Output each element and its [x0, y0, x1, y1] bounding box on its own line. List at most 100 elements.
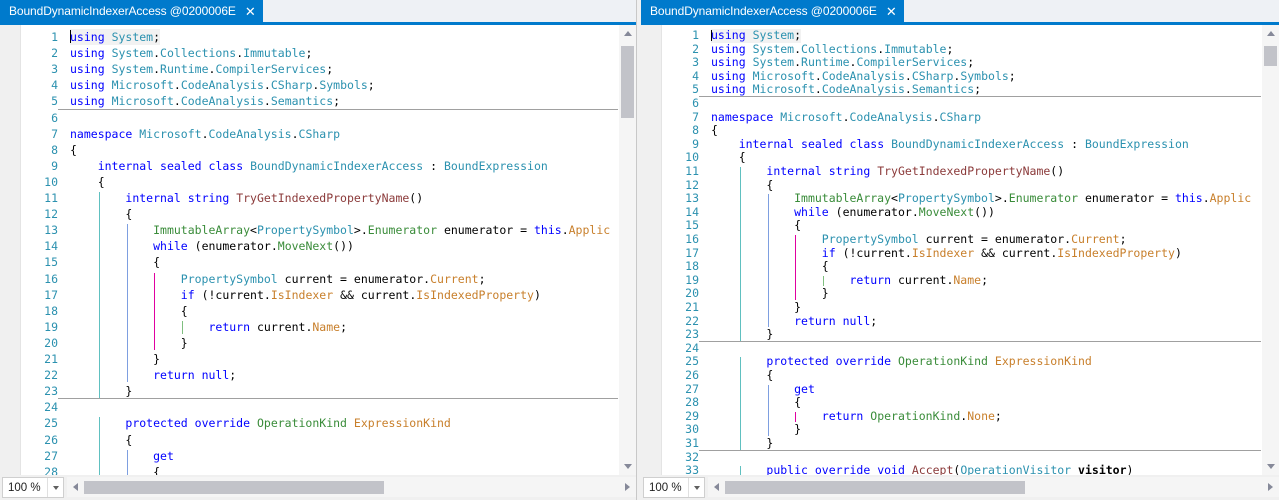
code-line[interactable]: 21 } [0, 351, 618, 367]
code-line-text: return current.Name; [849, 272, 989, 287]
code-line[interactable]: 30 } [641, 423, 1261, 437]
code-line[interactable]: 22 return null; [641, 314, 1261, 329]
code-line[interactable]: 31 } [641, 436, 1261, 451]
code-line[interactable]: 2 using System.Collections.Immutable; [0, 45, 618, 61]
code-line[interactable]: 1 using System; [641, 28, 1261, 43]
code-line[interactable]: 8{ [641, 123, 1261, 138]
code-line[interactable]: 20 } [641, 287, 1261, 301]
code-line[interactable]: 9 internal sealed class BoundDynamicInde… [641, 137, 1261, 152]
vertical-scroll-track-left[interactable] [619, 42, 636, 458]
scroll-left-button-left[interactable] [67, 479, 84, 496]
code-line[interactable]: 29 return OperationKind.None; [641, 409, 1261, 424]
code-line[interactable]: 28 { [0, 464, 618, 475]
code-line[interactable]: 16 PropertySymbol current = enumerator.C… [0, 271, 618, 287]
close-icon[interactable]: ✕ [245, 5, 256, 18]
code-line[interactable]: 6 [0, 110, 618, 126]
code-line[interactable]: 10 { [641, 151, 1261, 165]
code-line[interactable]: 33 public override void Accept(Operation… [641, 463, 1261, 475]
scroll-down-button-right[interactable] [1262, 458, 1279, 475]
code-line[interactable]: 17 if (!current.IsIndexer && current.IsI… [0, 287, 618, 303]
code-line[interactable]: 6 [641, 96, 1261, 111]
scroll-left-button-right[interactable] [708, 479, 725, 496]
chevron-down-icon[interactable] [47, 478, 63, 497]
code-area-right[interactable]: 1 using System; 2 using System.Collections.… [641, 25, 1261, 475]
indicator-margin-right[interactable] [641, 25, 662, 475]
code-line[interactable]: 10 { [0, 174, 618, 190]
code-line[interactable]: 1 using System; [0, 29, 618, 45]
code-line-text: using Microsoft.CodeAnalysis.Semantics; [70, 94, 341, 109]
vertical-scroll-thumb-left[interactable] [621, 46, 634, 118]
code-line[interactable]: 27 get [641, 382, 1261, 397]
scroll-right-button-left[interactable] [619, 479, 636, 496]
code-line[interactable]: 25 protected override OperationKind Expr… [0, 415, 618, 431]
code-line[interactable]: 19 return current.Name; [0, 319, 618, 335]
code-line[interactable]: 7 namespace Microsoft.CodeAnalysis.CSharp [641, 110, 1261, 125]
code-line[interactable]: 14 while (enumerator.MoveNext()) [0, 238, 618, 254]
vertical-scroll-track-right[interactable] [1262, 42, 1279, 458]
code-line[interactable]: 25 protected override OperationKind Expr… [641, 355, 1261, 369]
horizontal-scroll-track-right[interactable] [725, 479, 1262, 496]
chevron-down-icon[interactable] [688, 478, 704, 497]
code-line[interactable]: 24 [0, 399, 618, 415]
horizontal-scroll-thumb-right[interactable] [725, 480, 1025, 494]
scroll-up-button-right[interactable] [1262, 25, 1279, 42]
code-line[interactable]: 3 using System.Runtime.CompilerServices; [0, 61, 618, 77]
code-line[interactable]: 12 { [0, 206, 618, 222]
tab-bounddynamicindexeraccess-right[interactable]: BoundDynamicIndexerAccess @0200006E ✕ [641, 0, 904, 22]
vertical-scrollbar-left[interactable] [618, 25, 636, 475]
code-line-text: { [766, 177, 774, 192]
code-line-text: if (!current.IsIndexer && current.IsInde… [821, 245, 1182, 260]
code-line[interactable]: 13 ImmutableArray<PropertySymbol>.Enumer… [0, 222, 618, 238]
code-line-text: using System; [711, 28, 802, 42]
code-line[interactable]: 26 { [0, 432, 618, 448]
code-line[interactable]: 20 } [0, 335, 618, 351]
code-line[interactable]: 8{ [0, 142, 618, 158]
indicator-margin-left[interactable] [0, 25, 21, 475]
code-line[interactable]: 7 namespace Microsoft.CodeAnalysis.CSharp [0, 126, 618, 142]
close-icon[interactable]: ✕ [886, 5, 897, 18]
code-line[interactable]: 17 if (!current.IsIndexer && current.IsI… [641, 245, 1261, 261]
tab-bounddynamicindexeraccess-left[interactable]: BoundDynamicIndexerAccess @0200006E ✕ [0, 0, 263, 22]
code-line[interactable]: 23 } [641, 327, 1261, 342]
code-line[interactable]: 14 while (enumerator.MoveNext()) [641, 205, 1261, 220]
code-line-text: { [125, 432, 133, 447]
zoom-control-right[interactable]: 100 % [643, 477, 705, 498]
code-line[interactable]: 12 { [641, 177, 1261, 193]
code-line[interactable]: 18 { [0, 303, 618, 319]
horizontal-scrollbar-left[interactable] [67, 477, 636, 497]
editor-body-left: 1 using System; 2 using System.Collections.… [0, 25, 636, 475]
code-line[interactable]: 24 [641, 341, 1261, 356]
code-line[interactable]: 15 { [0, 254, 618, 270]
code-line[interactable]: 4 using Microsoft.CodeAnalysis.CSharp.Sym… [0, 77, 618, 93]
code-line[interactable]: 11 internal string TryGetIndexedProperty… [641, 164, 1261, 179]
horizontal-scroll-thumb-left[interactable] [84, 480, 384, 494]
scroll-down-button-left[interactable] [619, 458, 636, 475]
code-line[interactable]: 5 using Microsoft.CodeAnalysis.Semantics; [0, 93, 618, 109]
horizontal-scrollbar-right[interactable] [708, 477, 1279, 497]
code-line[interactable]: 18 { [641, 259, 1261, 274]
code-line[interactable]: 32 [641, 450, 1261, 465]
code-line[interactable]: 26 { [641, 368, 1261, 383]
code-line[interactable]: 4 using Microsoft.CodeAnalysis.CSharp.Sym… [641, 69, 1261, 84]
zoom-control-left[interactable]: 100 % [2, 477, 64, 498]
code-line[interactable]: 9 internal sealed class BoundDynamicInde… [0, 158, 618, 174]
scroll-up-button-left[interactable] [619, 25, 636, 42]
code-line[interactable]: 15 { [641, 219, 1261, 233]
horizontal-scroll-track-left[interactable] [84, 479, 619, 496]
code-line[interactable]: 2 using System.Collections.Immutable; [641, 42, 1261, 57]
code-line[interactable]: 13 ImmutableArray<PropertySymbol>.Enumer… [641, 191, 1261, 206]
code-line[interactable]: 28 { [641, 395, 1261, 410]
code-area-left[interactable]: 1 using System; 2 using System.Collections.… [0, 25, 618, 475]
code-line[interactable]: 27 get [0, 448, 618, 464]
vertical-scrollbar-right[interactable] [1261, 25, 1279, 475]
code-line[interactable]: 19 return current.Name; [641, 272, 1261, 288]
code-line[interactable]: 3 using System.Runtime.CompilerServices; [641, 55, 1261, 70]
code-line[interactable]: 5 using Microsoft.CodeAnalysis.Semantics; [641, 83, 1261, 97]
code-line[interactable]: 11 internal string TryGetIndexedProperty… [0, 190, 618, 206]
code-line[interactable]: 22 return null; [0, 367, 618, 383]
scroll-right-button-right[interactable] [1262, 479, 1279, 496]
code-line[interactable]: 21 } [641, 300, 1261, 315]
vertical-scroll-thumb-right[interactable] [1264, 46, 1277, 66]
code-line[interactable]: 16 PropertySymbol current = enumerator.C… [641, 232, 1261, 247]
code-line[interactable]: 23 } [0, 383, 618, 399]
